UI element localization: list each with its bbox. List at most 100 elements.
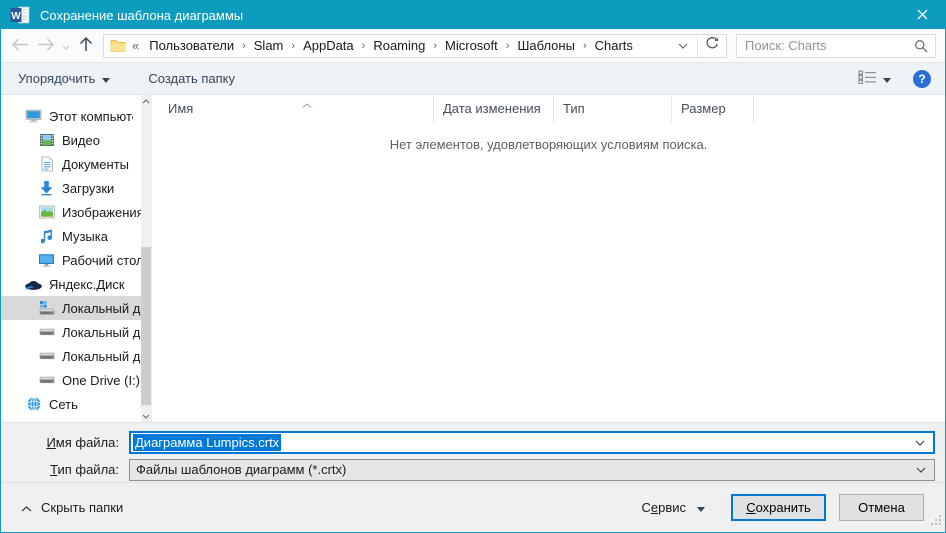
breadcrumb-item[interactable]: Пользователи — [142, 38, 241, 53]
column-header-1[interactable]: Имя — [152, 96, 434, 123]
pictures-icon — [37, 205, 56, 219]
sidebar-item[interactable]: Музыка — [1, 224, 151, 248]
column-header-2[interactable]: Дата изменения — [434, 96, 554, 123]
save-button[interactable]: Сохранить — [731, 494, 826, 521]
breadcrumb: Пользователи›Slam›AppData›Roaming›Micros… — [142, 38, 640, 53]
new-folder-button[interactable]: Создать папку — [148, 71, 235, 86]
network-icon — [24, 396, 43, 412]
sidebar-item[interactable]: Видео — [1, 128, 151, 152]
tools-label: Сервис — [641, 500, 686, 515]
sidebar-item[interactable]: Изображения — [1, 200, 151, 224]
sidebar-item[interactable]: Локальный дис — [1, 344, 151, 368]
chevron-up-icon — [21, 500, 32, 515]
back-arrow-icon — [11, 38, 29, 54]
filetype-dropdown-icon[interactable] — [916, 467, 926, 473]
forward-arrow-icon — [37, 38, 55, 54]
tools-button[interactable]: Сервис — [641, 500, 705, 515]
scrollbar-thumb[interactable] — [141, 247, 151, 405]
sidebar-item[interactable]: Документы — [1, 152, 151, 176]
filename-label: Имя файла: — [1, 435, 129, 450]
sidebar-item-label: Яндекс.Диск — [49, 277, 125, 292]
file-list: ИмяДата измененияТипРазмер Нет элементов… — [151, 95, 945, 422]
sidebar-item-label: Рабочий стол — [62, 253, 144, 268]
column-header-3[interactable]: Тип — [554, 96, 672, 123]
sidebar-item-label: Видео — [62, 133, 100, 148]
sidebar-item-label: One Drive (I:) — [62, 373, 140, 388]
hide-folders-button[interactable]: Скрыть папки — [21, 500, 123, 515]
music-icon — [37, 228, 56, 244]
filetype-label: Тип файла: — [1, 462, 129, 477]
breadcrumb-item[interactable]: Slam — [247, 38, 291, 53]
back-button[interactable] — [7, 33, 33, 59]
filetype-select[interactable]: Файлы шаблонов диаграмм (*.crtx) — [129, 459, 935, 481]
main-area: Этот компьютер Видео Документы Загрузки Изоб… — [1, 95, 945, 422]
filetype-value: Файлы шаблонов диаграмм (*.crtx) — [136, 462, 346, 477]
filename-dropdown-icon[interactable] — [915, 440, 925, 446]
drive-icon — [37, 326, 56, 338]
scroll-down-icon[interactable] — [141, 410, 151, 422]
document-icon — [37, 156, 56, 172]
search-box — [736, 34, 936, 58]
sidebar-item-label: Изображения — [62, 205, 144, 220]
folder-icon — [110, 39, 126, 53]
breadcrumb-overflow[interactable]: « — [129, 38, 142, 53]
dropdown-arrow-icon — [697, 500, 705, 515]
filename-input[interactable]: Диаграмма Lumpics.crtx — [129, 431, 935, 454]
filename-selected-text: Диаграмма Lumpics.crtx — [133, 434, 281, 451]
breadcrumb-item[interactable]: Шаблоны — [510, 38, 582, 53]
desktop-icon — [37, 252, 56, 268]
recent-locations-button[interactable] — [59, 33, 73, 59]
sidebar-item[interactable]: Рабочий стол — [1, 248, 151, 272]
file-fields-section: Имя файла: Диаграмма Lumpics.crtx Тип фа… — [1, 422, 945, 482]
drive-icon — [37, 350, 56, 362]
filename-row: Имя файла: Диаграмма Lumpics.crtx — [1, 431, 945, 454]
close-button[interactable] — [899, 1, 945, 29]
save-dialog-window: W Сохранение шаблона диаграммы — [0, 0, 946, 533]
column-header-4[interactable]: Размер — [672, 96, 754, 123]
sidebar-item[interactable]: Сеть — [1, 392, 151, 416]
scroll-up-icon[interactable] — [141, 95, 151, 107]
cancel-button[interactable]: Отмена — [839, 494, 924, 521]
hide-folders-label: Скрыть папки — [41, 500, 123, 515]
dropdown-arrow-icon — [883, 71, 891, 86]
dropdown-arrow-icon — [102, 71, 110, 86]
sort-ascending-icon — [302, 96, 312, 111]
sidebar-item[interactable]: Загрузки — [1, 176, 151, 200]
filetype-row: Тип файла: Файлы шаблонов диаграмм (*.cr… — [1, 458, 945, 481]
organize-button[interactable]: Упорядочить — [18, 71, 110, 86]
breadcrumb-item[interactable]: Microsoft — [438, 38, 505, 53]
sidebar-scrollbar[interactable] — [141, 95, 151, 422]
downloads-icon — [37, 180, 56, 196]
navigation-bar: « Пользователи›Slam›AppData›Roaming›Micr… — [1, 29, 945, 62]
resize-grip[interactable] — [931, 514, 942, 529]
sidebar-item-label: Этот компьютер — [49, 109, 133, 124]
command-bar: Упорядочить Создать папку — [1, 62, 945, 95]
column-headers: ИмяДата измененияТипРазмер — [152, 96, 945, 123]
forward-button[interactable] — [33, 33, 59, 59]
chevron-down-icon — [62, 38, 70, 53]
yandex-disk-icon — [24, 277, 43, 291]
search-icon[interactable] — [914, 39, 928, 56]
sidebar-item[interactable]: Локальный дис — [1, 296, 151, 320]
change-view-button[interactable] — [858, 70, 891, 87]
sidebar-item[interactable]: Этот компьютер — [1, 104, 151, 128]
breadcrumb-item[interactable]: Charts — [588, 38, 640, 53]
help-button[interactable]: ? — [913, 70, 931, 88]
footer-bar: Скрыть папки Сервис Сохранить Отмена — [1, 482, 945, 532]
breadcrumb-item[interactable]: Roaming — [366, 38, 432, 53]
svg-text:W: W — [11, 11, 21, 22]
up-button[interactable] — [73, 33, 99, 59]
address-dropdown-button[interactable] — [669, 43, 697, 49]
refresh-button[interactable] — [698, 37, 726, 54]
word-app-icon: W — [10, 6, 30, 24]
sidebar-item-label: Загрузки — [62, 181, 114, 196]
breadcrumb-item[interactable]: AppData — [296, 38, 361, 53]
video-icon — [37, 132, 56, 148]
search-input[interactable] — [737, 38, 935, 53]
sidebar-item-label: Документы — [62, 157, 129, 172]
sidebar-item[interactable]: Локальный дис — [1, 320, 151, 344]
sidebar-item-label: Музыка — [62, 229, 108, 244]
sidebar-item[interactable]: One Drive (I:) — [1, 368, 151, 392]
sidebar-item[interactable]: Яндекс.Диск — [1, 272, 151, 296]
new-folder-label: Создать папку — [148, 71, 235, 86]
